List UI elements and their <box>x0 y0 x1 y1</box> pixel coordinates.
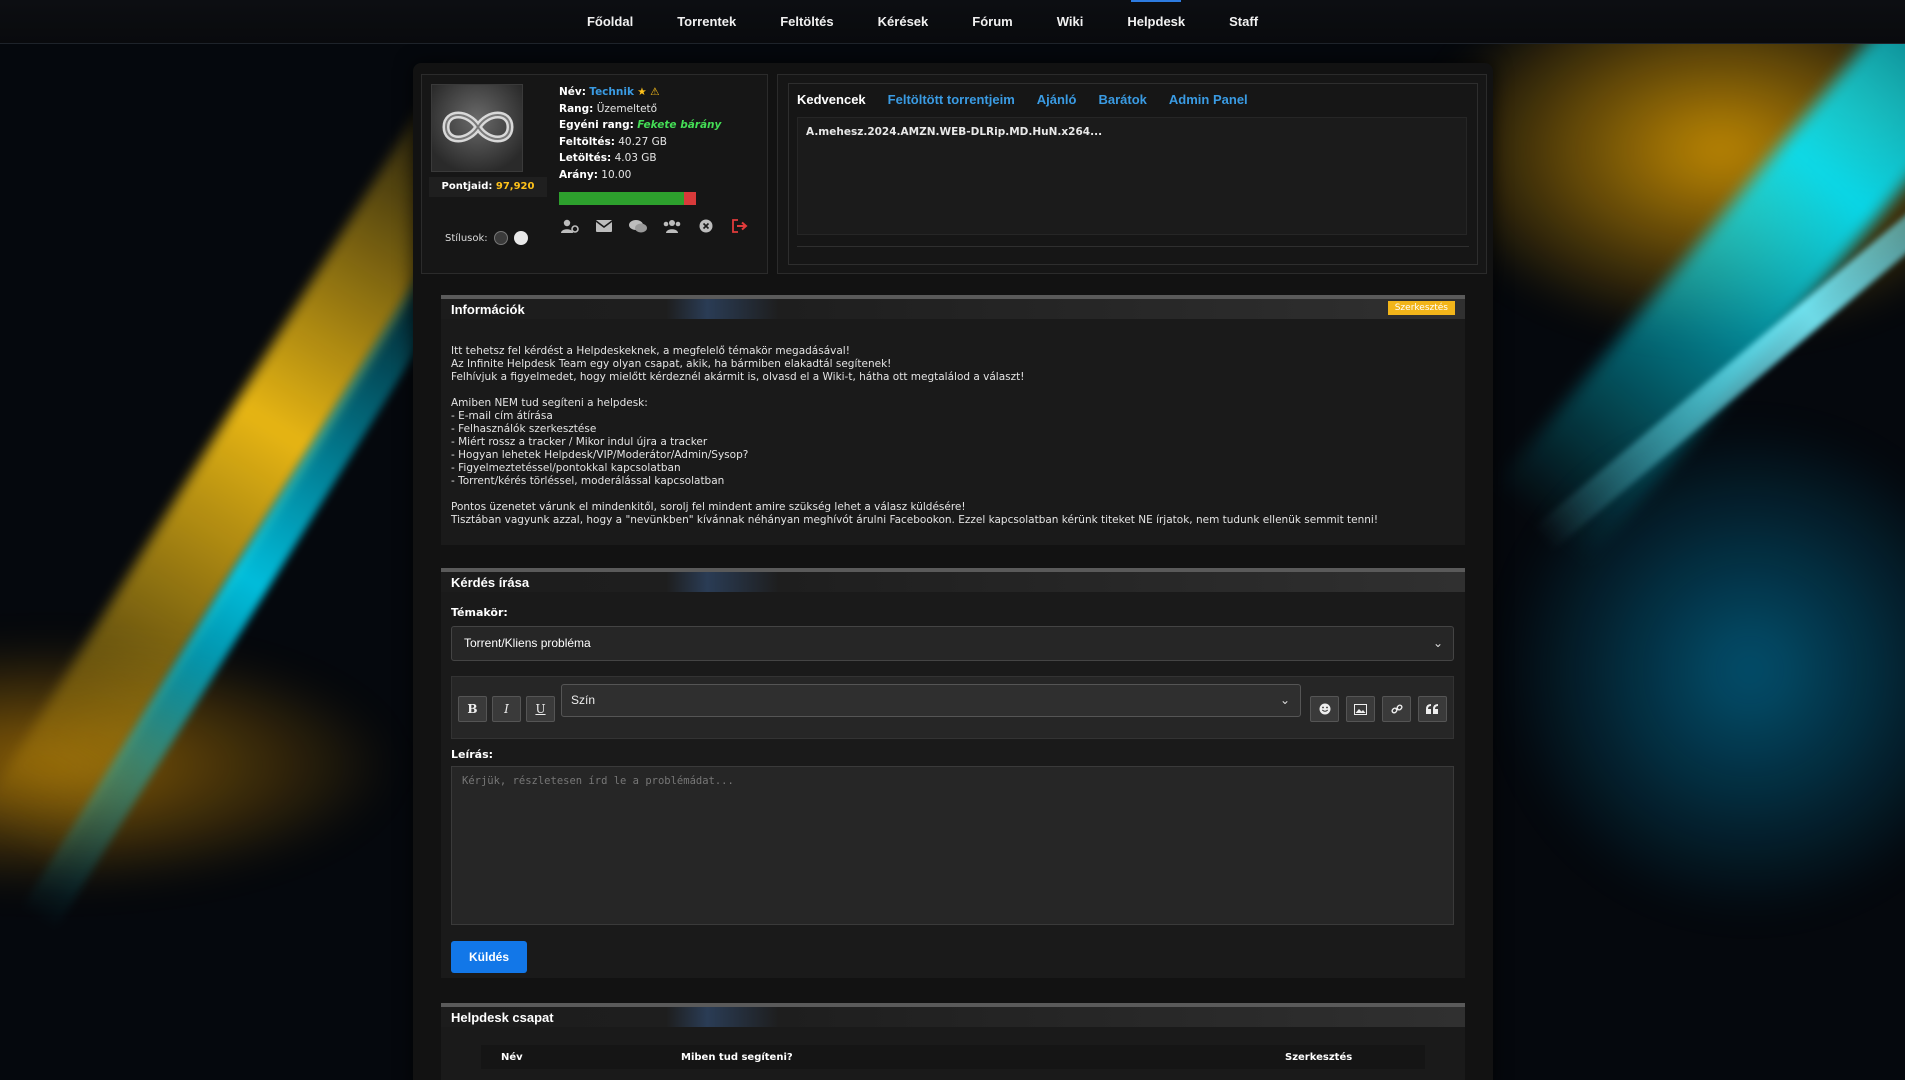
color-select-value: Szín <box>571 693 596 707</box>
editor-toolbar: B I U Szín ⌄ <box>451 676 1454 739</box>
styles-label: Stílusok: <box>445 232 488 244</box>
ratio-bar <box>559 192 696 205</box>
underline-button[interactable]: U <box>526 696 555 722</box>
top-navigation: Főoldal Torrentek Feltöltés Kérések Fóru… <box>0 0 1905 44</box>
info-section: Információk Szerkesztés Itt tehetsz fel … <box>441 295 1465 545</box>
dark-style-toggle[interactable] <box>493 231 508 245</box>
profile-panel: Pontjaid: 97,920 Stílusok: Név: Technik … <box>421 74 768 274</box>
tab-baratok[interactable]: Barátok <box>1099 92 1147 107</box>
info-section-header: Információk Szerkesztés <box>441 295 1465 319</box>
infinity-logo <box>442 111 514 143</box>
upload-label: Feltöltés: <box>559 135 615 148</box>
mail-icon[interactable] <box>593 218 614 234</box>
team-table-header: Név Miben tud segíteni? Szerkesztés <box>481 1045 1425 1069</box>
warning-icon: ⚠ <box>650 86 660 98</box>
team-section-header: Helpdesk csapat <box>441 1003 1465 1027</box>
description-label: Leírás: <box>451 748 494 761</box>
points-value: 97,920 <box>495 181 535 192</box>
star-icon: ★ <box>637 86 647 98</box>
logout-icon[interactable] <box>729 218 750 234</box>
tab-admin-panel[interactable]: Admin Panel <box>1169 92 1248 107</box>
edit-button[interactable]: Szerkesztés <box>1387 301 1455 315</box>
italic-button[interactable]: I <box>492 696 521 722</box>
favorite-torrent-link[interactable]: A.mehesz.2024.AMZN.WEB-DLRip.MD.HuN.x264… <box>806 126 1102 138</box>
style-switcher: Stílusok: <box>445 231 528 245</box>
image-icon[interactable] <box>1346 696 1375 722</box>
nav-item-torrentek[interactable]: Torrentek <box>655 0 758 44</box>
chevron-down-icon: ⌄ <box>1432 636 1443 650</box>
nav-item-helpdesk[interactable]: Helpdesk <box>1105 0 1207 44</box>
profile-info: Név: Technik ★ ⚠ Rang: Üzemeltető Egyéni… <box>559 84 721 183</box>
nav-item-staff[interactable]: Staff <box>1207 0 1280 44</box>
nav-item-feltoltes[interactable]: Feltöltés <box>758 0 855 44</box>
nav-item-keresek[interactable]: Kérések <box>856 0 951 44</box>
ratio-value: 10.00 <box>601 168 632 181</box>
divider <box>797 246 1469 247</box>
ask-section-header: Kérdés írása <box>441 568 1465 592</box>
chat-icon[interactable] <box>627 218 648 234</box>
team-section: Helpdesk csapat Név Miben tud segíteni? … <box>441 1003 1465 1080</box>
friends-icon[interactable] <box>661 218 682 234</box>
name-label: Név: <box>559 86 586 98</box>
nav-item-wiki[interactable]: Wiki <box>1035 0 1106 44</box>
rank-value: Üzemeltető <box>596 102 658 115</box>
tab-content: A.mehesz.2024.AMZN.WEB-DLRip.MD.HuN.x264… <box>797 117 1467 235</box>
column-header-edit: Szerkesztés <box>1285 1052 1353 1063</box>
info-section-title: Információk <box>451 302 525 317</box>
send-button[interactable]: Küldés <box>451 941 527 973</box>
topic-select-value: Torrent/Kliens probléma <box>464 636 591 650</box>
user-settings-icon[interactable] <box>559 218 580 234</box>
nav-item-forum[interactable]: Fórum <box>950 0 1034 44</box>
rank-label: Rang: <box>559 102 594 115</box>
smiley-icon[interactable] <box>1310 696 1339 722</box>
custom-rank-label: Egyéni rang: <box>559 119 634 131</box>
topic-label: Témakör: <box>451 606 508 619</box>
light-style-toggle[interactable] <box>513 231 528 245</box>
column-header-name: Név <box>501 1052 523 1063</box>
nav-item-fooldal[interactable]: Főoldal <box>565 0 655 44</box>
color-select[interactable]: Szín ⌄ <box>561 684 1301 717</box>
download-label: Letöltés: <box>559 152 612 164</box>
custom-rank-value: Fekete bárány <box>637 119 722 131</box>
ask-section-title: Kérdés írása <box>451 575 530 590</box>
profile-actions <box>559 218 750 234</box>
tab-kedvencek[interactable]: Kedvencek <box>797 92 866 107</box>
tab-feltoltott-torrentjeim[interactable]: Feltöltött torrentjeim <box>888 92 1015 107</box>
upload-value: 40.27 GB <box>618 135 667 148</box>
tab-bar: Kedvencek Feltöltött torrentjeim Ajánló … <box>797 92 1248 107</box>
description-textarea[interactable]: Kérjük, részletesen írd le a problémádat… <box>451 766 1454 925</box>
bold-button[interactable]: B <box>458 696 487 722</box>
ask-section: Kérdés írása Témakör: Torrent/Kliens pro… <box>441 568 1465 978</box>
team-section-title: Helpdesk csapat <box>451 1010 554 1025</box>
close-circle-icon[interactable] <box>695 218 716 234</box>
chevron-down-icon: ⌄ <box>1279 693 1290 707</box>
download-value: 4.03 GB <box>614 152 657 164</box>
tabs-inner: Kedvencek Feltöltött torrentjeim Ajánló … <box>788 83 1478 265</box>
column-header-help: Miben tud segíteni? <box>681 1052 793 1063</box>
info-text: Itt tehetsz fel kérdést a Helpdeskeknek,… <box>451 345 1379 526</box>
ratio-bar-red <box>683 192 696 205</box>
user-tabs-panel: Kedvencek Feltöltött torrentjeim Ajánló … <box>777 74 1487 274</box>
main-container: Pontjaid: 97,920 Stílusok: Név: Technik … <box>413 63 1493 1080</box>
topic-select[interactable]: Torrent/Kliens probléma ⌄ <box>451 626 1454 661</box>
username-link[interactable]: Technik <box>589 86 634 98</box>
avatar[interactable] <box>431 84 523 172</box>
link-icon[interactable] <box>1382 696 1411 722</box>
quote-icon[interactable] <box>1418 696 1447 722</box>
points-box: Pontjaid: 97,920 <box>429 177 547 197</box>
ratio-label: Arány: <box>559 168 598 181</box>
points-label: Pontjaid: <box>441 181 493 192</box>
tab-ajanlo[interactable]: Ajánló <box>1037 92 1077 107</box>
